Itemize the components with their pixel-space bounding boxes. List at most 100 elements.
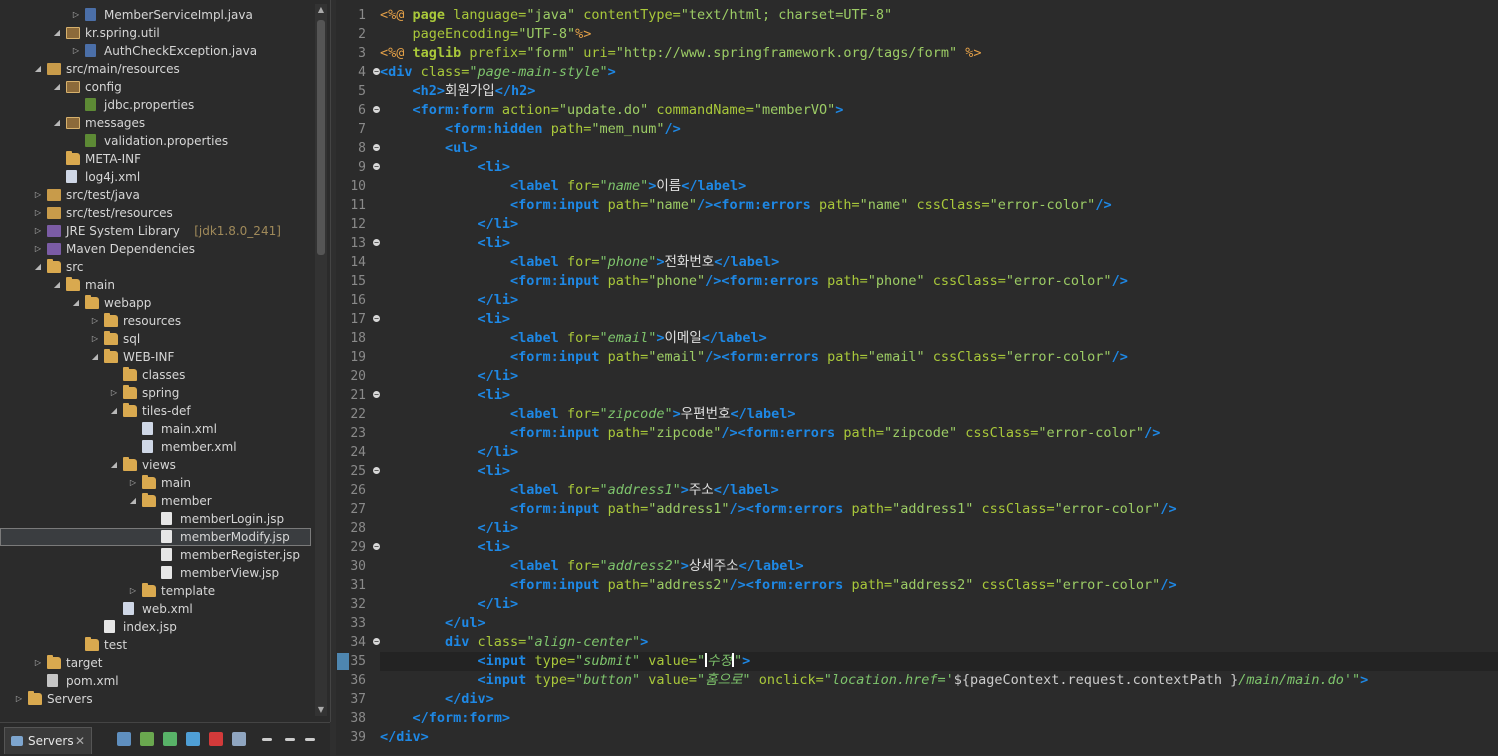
collapse-arrow-icon[interactable]: ◢	[51, 78, 63, 96]
collapse-arrow-icon[interactable]: ◢	[51, 24, 63, 42]
code-line[interactable]: <%@ page language="java" contentType="te…	[380, 6, 1498, 25]
expand-arrow-icon[interactable]: ▷	[89, 312, 101, 330]
explorer-scrollbar[interactable]: ▲ ▼	[315, 4, 327, 716]
code-line[interactable]: <li>	[380, 386, 1498, 405]
minimize-icon[interactable]	[285, 738, 295, 741]
tree-item[interactable]: ◢ tiles-def	[0, 402, 311, 420]
fold-toggle-icon[interactable]: −	[373, 638, 380, 646]
tree-item[interactable]: ▷ target	[0, 654, 311, 672]
collapse-arrow-icon[interactable]: ◢	[108, 402, 120, 420]
code-line[interactable]: <form:input path="phone"/><form:errors p…	[380, 272, 1498, 291]
code-line[interactable]: <h2>회원가입</h2>	[380, 82, 1498, 101]
expand-arrow-icon[interactable]: ▷	[70, 42, 82, 60]
code-line[interactable]: </li>	[380, 215, 1498, 234]
tree-item[interactable]: ▷ spring	[0, 384, 311, 402]
expand-arrow-icon[interactable]: ▷	[32, 204, 44, 222]
fold-toggle-icon[interactable]: −	[373, 391, 380, 399]
expand-arrow-icon[interactable]: ▷	[89, 330, 101, 348]
code-line[interactable]: <form:hidden path="mem_num"/>	[380, 120, 1498, 139]
scroll-up-icon[interactable]: ▲	[315, 4, 327, 16]
fold-toggle-icon[interactable]: −	[373, 163, 380, 171]
code-line[interactable]: pageEncoding="UTF-8"%>	[380, 25, 1498, 44]
code-line[interactable]: <label for="phone">전화번호</label>	[380, 253, 1498, 272]
code-line[interactable]: </ul>	[380, 614, 1498, 633]
tree-item[interactable]: ◢ src	[0, 258, 311, 276]
expand-arrow-icon[interactable]: ▷	[32, 222, 44, 240]
tree-item[interactable]: ▷ template	[0, 582, 311, 600]
code-line[interactable]: <li>	[380, 538, 1498, 557]
code-line[interactable]: <li>	[380, 234, 1498, 253]
tree-item[interactable]: web.xml	[0, 600, 311, 618]
code-line[interactable]: <form:input path="zipcode"/><form:errors…	[380, 424, 1498, 443]
publish-icon[interactable]	[232, 732, 246, 746]
code-line[interactable]: <label for="email">이메일</label>	[380, 329, 1498, 348]
tree-item[interactable]: ◢ config	[0, 78, 311, 96]
code-line[interactable]: <label for="name">이름</label>	[380, 177, 1498, 196]
code-line[interactable]: <label for="address1">주소</label>	[380, 481, 1498, 500]
tree-item[interactable]: ▷ AuthCheckException.java	[0, 42, 311, 60]
tree-item[interactable]: ◢ src/main/resources	[0, 60, 311, 78]
fold-toggle-icon[interactable]: −	[373, 543, 380, 551]
code-line[interactable]: </li>	[380, 367, 1498, 386]
fold-toggle-icon[interactable]: −	[373, 106, 380, 114]
tree-item[interactable]: member.xml	[0, 438, 311, 456]
expand-arrow-icon[interactable]: ▷	[70, 6, 82, 24]
debug-server-icon[interactable]	[140, 732, 154, 746]
start-server-icon[interactable]	[163, 732, 177, 746]
code-line[interactable]: <form:form action="update.do" commandNam…	[380, 101, 1498, 120]
expand-arrow-icon[interactable]: ▷	[108, 384, 120, 402]
code-line[interactable]: </li>	[380, 595, 1498, 614]
tree-item[interactable]: memberLogin.jsp	[0, 510, 311, 528]
tree-item[interactable]: pom.xml	[0, 672, 311, 690]
tree-item[interactable]: jdbc.properties	[0, 96, 311, 114]
code-editor[interactable]: 1 2 3 4−5 6−7 8−9−10 11 12 13−14 15 16 17−18 19 20 21−…	[336, 0, 1498, 755]
view-menu-icon[interactable]	[262, 738, 272, 741]
collapse-arrow-icon[interactable]: ◢	[89, 348, 101, 366]
tree-item[interactable]: ◢ member	[0, 492, 311, 510]
code-line[interactable]: </li>	[380, 291, 1498, 310]
tree-item[interactable]: ▷ JRE System Library [jdk1.8.0_241]	[0, 222, 311, 240]
tree-item[interactable]: ◢ kr.spring.util	[0, 24, 311, 42]
code-line[interactable]: <label for="zipcode">우편번호</label>	[380, 405, 1498, 424]
fold-toggle-icon[interactable]: −	[373, 144, 380, 152]
expand-arrow-icon[interactable]: ▷	[32, 186, 44, 204]
expand-arrow-icon[interactable]: ▷	[127, 582, 139, 600]
collapse-arrow-icon[interactable]: ◢	[51, 114, 63, 132]
tree-item[interactable]: ◢ WEB-INF	[0, 348, 311, 366]
expand-arrow-icon[interactable]: ▷	[32, 654, 44, 672]
tree-item[interactable]: ▷ MemberServiceImpl.java	[0, 6, 311, 24]
tree-item[interactable]: META-INF	[0, 150, 311, 168]
code-line[interactable]: <form:input path="email"/><form:errors p…	[380, 348, 1498, 367]
tree-item[interactable]: ▷ sql	[0, 330, 311, 348]
collapse-arrow-icon[interactable]: ◢	[127, 492, 139, 510]
expand-arrow-icon[interactable]: ▷	[127, 474, 139, 492]
scroll-thumb[interactable]	[317, 20, 325, 255]
tree-item[interactable]: ◢ views	[0, 456, 311, 474]
fold-toggle-icon[interactable]: −	[373, 315, 380, 323]
tree-item[interactable]: ▷ Maven Dependencies	[0, 240, 311, 258]
stop-server-icon[interactable]	[209, 732, 223, 746]
code-line[interactable]: <div class="page-main-style">	[380, 63, 1498, 82]
tree-item[interactable]: ▷ main	[0, 474, 311, 492]
collapse-arrow-icon[interactable]: ◢	[51, 276, 63, 294]
code-area[interactable]: <%@ page language="java" contentType="te…	[380, 6, 1498, 747]
code-line[interactable]: <input type="button" value="홈으로" onclick…	[380, 671, 1498, 690]
tree-item[interactable]: index.jsp	[0, 618, 311, 636]
code-line[interactable]: <form:input path="address1"/><form:error…	[380, 500, 1498, 519]
collapse-arrow-icon[interactable]: ◢	[70, 294, 82, 312]
code-line[interactable]: </div>	[380, 728, 1498, 747]
tree-item[interactable]: memberRegister.jsp	[0, 546, 311, 564]
fold-toggle-icon[interactable]: −	[373, 239, 380, 247]
code-line[interactable]: <%@ taglib prefix="form" uri="http://www…	[380, 44, 1498, 63]
code-line[interactable]: </div>	[380, 690, 1498, 709]
profile-server-icon[interactable]	[186, 732, 200, 746]
collapse-arrow-icon[interactable]: ◢	[32, 60, 44, 78]
collapse-arrow-icon[interactable]: ◢	[32, 258, 44, 276]
expand-arrow-icon[interactable]: ▷	[32, 240, 44, 258]
tree-item[interactable]: ▷ resources	[0, 312, 311, 330]
close-tab-icon[interactable]: ✕	[75, 728, 85, 754]
fold-toggle-icon[interactable]: −	[373, 467, 380, 475]
expand-arrow-icon[interactable]: ▷	[13, 690, 25, 708]
tree-item[interactable]: ◢ main	[0, 276, 311, 294]
collapse-icon[interactable]	[117, 732, 131, 746]
